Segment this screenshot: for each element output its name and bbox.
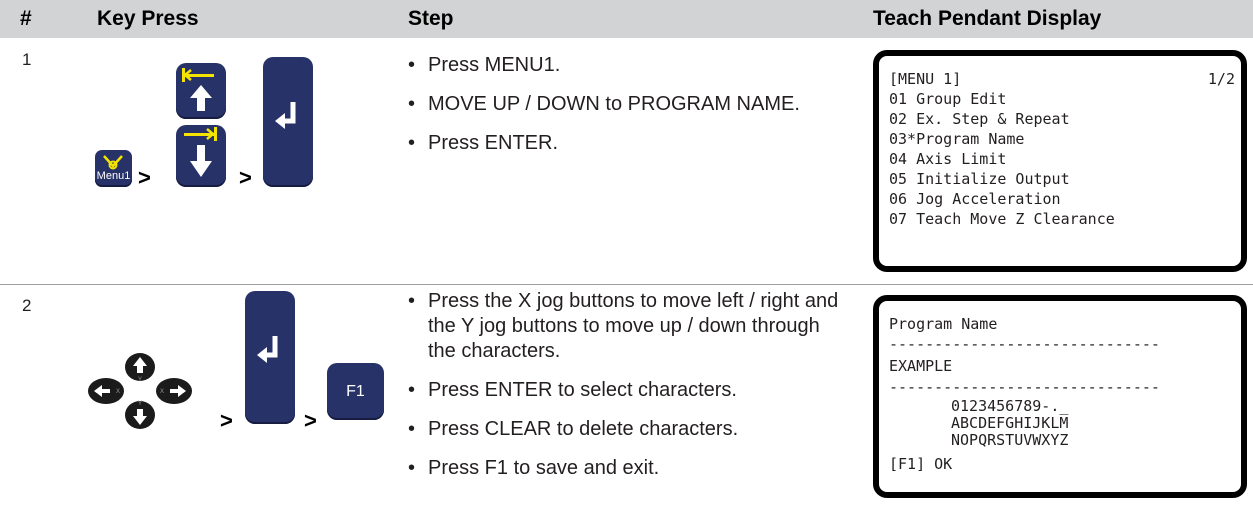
pendant-separator: ------------------------------ [889, 378, 1160, 396]
separator-arrow: > [220, 408, 233, 433]
step-item: Press ENTER. [408, 131, 828, 156]
jog-x-label-right: X [160, 389, 164, 395]
down-key [176, 125, 226, 187]
row-1-number: 1 [22, 50, 32, 69]
enter-icon [275, 102, 296, 129]
table-header: # Key Press Step Teach Pendant Display [0, 0, 1253, 38]
pendant-page: 1/2 [1207, 70, 1235, 88]
menu1-v-icon [103, 155, 123, 170]
step-item: Press F1 to save and exit. [408, 456, 848, 481]
down-arrow-icon [184, 127, 217, 177]
menu1-key-label: Menu1 [96, 170, 131, 182]
up-arrow-icon [182, 68, 214, 111]
f1-key: F1 [327, 363, 384, 420]
pendant-line: 06 Jog Acceleration [889, 190, 1061, 208]
row-1-steps: Press MENU1. MOVE UP / DOWN to PROGRAM N… [408, 53, 828, 170]
pendant-line: 07 Teach Move Z Clearance [889, 210, 1115, 228]
enter-icon [257, 336, 278, 363]
step-item: MOVE UP / DOWN to PROGRAM NAME. [408, 92, 828, 117]
header-key-press: Key Press [97, 7, 199, 30]
pendant-line: 02 Ex. Step & Repeat [889, 110, 1070, 128]
pendant-separator: ------------------------------ [889, 335, 1160, 353]
pendant-line: 05 Initialize Output [889, 170, 1070, 188]
separator-arrow: > [138, 165, 151, 190]
pendant-title: Program Name [889, 315, 998, 333]
pendant-charset-line: ABCDEFGHIJKLM [951, 414, 1069, 432]
enter-key [245, 291, 295, 424]
jog-x-label-left: X [116, 389, 120, 395]
jog-pad-icon: Y Y X X [88, 353, 192, 429]
header-num: # [20, 7, 32, 30]
pendant-value: EXAMPLE [889, 357, 953, 375]
separator-arrow: > [304, 408, 317, 433]
row-divider [0, 284, 1253, 285]
pendant-display-1: [MENU 1] 1/2 01 Group Edit 02 Ex. Step &… [873, 50, 1247, 272]
step-item: Press CLEAR to delete characters. [408, 417, 848, 442]
jog-y-label-top: Y [138, 377, 142, 383]
pendant-line: 01 Group Edit [889, 90, 1007, 108]
f1-key-label: F1 [346, 383, 365, 400]
pendant-line: 04 Axis Limit [889, 150, 1007, 168]
jog-y-label-bottom: Y [138, 401, 142, 407]
header-step: Step [408, 7, 454, 30]
pendant-title: [MENU 1] [889, 70, 962, 88]
pendant-charset-line: 0123456789-._ [951, 397, 1069, 415]
step-item: Press ENTER to select characters. [408, 378, 848, 403]
pendant-footer: [F1] OK [889, 455, 953, 473]
pendant-display-2: Program Name ---------------------------… [873, 295, 1247, 498]
separator-arrow: > [239, 165, 252, 190]
step-item: Press MENU1. [408, 53, 828, 78]
menu1-key: Menu1 [95, 150, 132, 187]
step-item: Press the X jog buttons to move left / r… [408, 289, 848, 364]
row-2-steps: Press the X jog buttons to move left / r… [408, 289, 848, 495]
pendant-line: 03*Program Name [889, 130, 1025, 148]
row-2-number: 2 [22, 296, 32, 315]
header-display: Teach Pendant Display [873, 7, 1102, 30]
pendant-charset-line: NOPQRSTUVWXYZ [951, 431, 1069, 449]
enter-key [263, 57, 313, 187]
up-key [176, 63, 226, 119]
